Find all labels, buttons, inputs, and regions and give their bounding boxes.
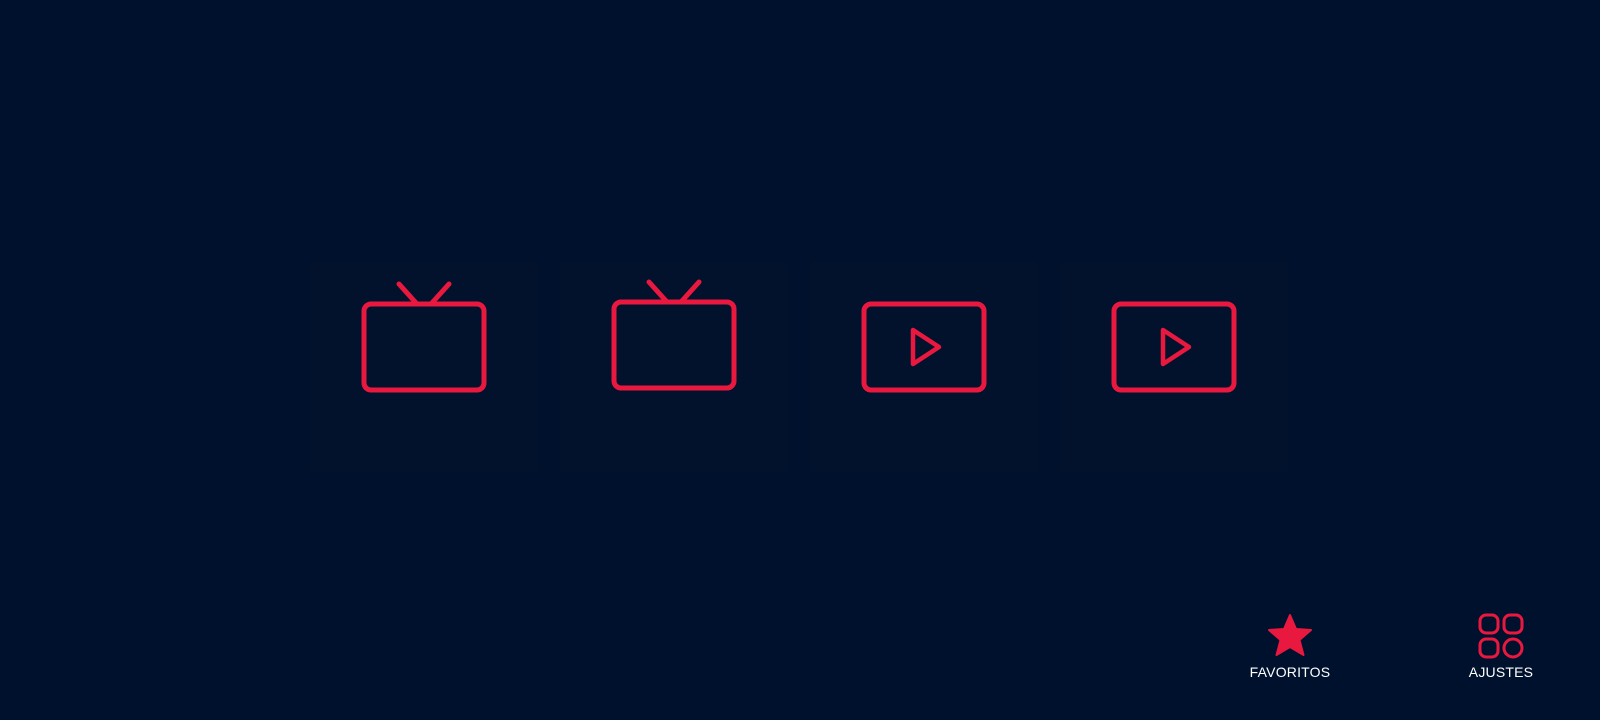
settings-label: AJUSTES — [1468, 664, 1534, 680]
home-screen: FAVORITOS AJUSTES — [0, 0, 1600, 720]
settings-button[interactable]: AJUSTES — [1446, 612, 1556, 692]
tile-live-tv-1[interactable] — [310, 262, 538, 472]
grid-icon — [1477, 612, 1525, 660]
tile-live-tv-2[interactable] — [560, 262, 788, 472]
tv-icon — [359, 274, 489, 394]
favorites-button[interactable]: FAVORITOS — [1235, 612, 1345, 692]
video-play-icon — [859, 274, 989, 394]
tv-icon — [609, 274, 739, 394]
tile-video-1[interactable] — [810, 262, 1038, 472]
category-tiles — [310, 262, 1290, 472]
favorites-label: FAVORITOS — [1249, 664, 1331, 680]
tile-video-2[interactable] — [1060, 262, 1288, 472]
video-play-icon — [1109, 274, 1239, 394]
star-icon — [1266, 612, 1314, 660]
